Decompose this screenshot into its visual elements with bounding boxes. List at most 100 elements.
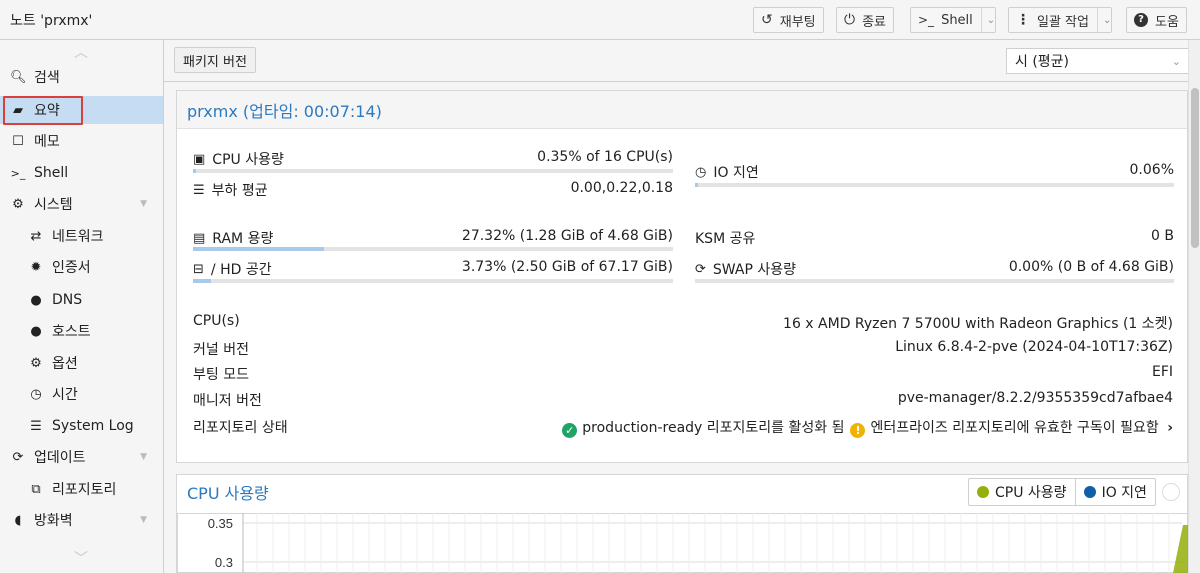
sidebar-item-label: 옵션 (52, 356, 78, 372)
swap-usage-bar (695, 279, 1174, 283)
info-value: Linux 6.8.4-2-pve (2024-04-10T17:36Z) (895, 339, 1173, 355)
files-icon: ⧉ (31, 481, 41, 497)
sidebar-item-certificates[interactable]: ✹ 인증서 (0, 253, 163, 281)
cpu-usage-bar (193, 169, 673, 173)
sidebar-item-system-log[interactable]: ☰ System Log (0, 412, 163, 440)
exchange-icon: ⇄ (30, 228, 42, 244)
sidebar-item-updates[interactable]: ⟳ 업데이트 ▼ (0, 443, 163, 471)
bulk-actions-button[interactable]: ⋮ 일괄 작업 ⌄ (1008, 7, 1113, 33)
sidebar-item-label: 검색 (34, 70, 60, 86)
clock-icon: ◷ (695, 164, 707, 180)
content-toolbar: 패키지 버전 시 (평균) ⌄ (164, 40, 1200, 82)
sidebar-item-network[interactable]: ⇄ 네트워크 (0, 222, 163, 250)
io-delay-label: IO 지연 (713, 165, 759, 181)
repository-ok-text: production-ready 리포지토리를 활성화 됨 (582, 420, 845, 436)
chart-options-icon[interactable] (1162, 483, 1180, 501)
sidebar-item-label: 메모 (34, 134, 60, 150)
sidebar-item-label: 네트워크 (52, 229, 104, 245)
sidebar-item-label: Shell (34, 165, 69, 181)
hd-space-value: 3.73% (2.50 GiB of 67.17 GiB) (461, 259, 673, 275)
cpu-usage-label: CPU 사용량 (212, 152, 284, 168)
ram-usage-label: RAM 용량 (212, 231, 274, 247)
sidebar-item-search[interactable]: 🔍︎ 검색 (0, 63, 163, 91)
help-label: 도움 (1155, 14, 1179, 30)
sidebar-item-label: 업데이트 (34, 450, 86, 466)
ram-usage-value: 27.32% (1.28 GiB of 4.68 GiB) (461, 228, 673, 244)
summary-title: prxmx (업타임: 00:07:14) (177, 91, 1187, 129)
main-content: 패키지 버전 시 (평균) ⌄ prxmx (업타임: 00:07:14) ▣ C… (164, 40, 1200, 573)
globe-icon: ● (30, 323, 42, 339)
repository-status-label: 리포지토리 상태 (193, 420, 288, 436)
time-range-select[interactable]: 시 (평균) ⌄ (1006, 48, 1190, 74)
sidebar-item-dns[interactable]: ● DNS (0, 286, 163, 314)
refresh-icon: ⟳ (695, 261, 706, 277)
scroll-down-icon[interactable]: ﹀ (74, 548, 88, 568)
list-icon: ☰ (30, 418, 42, 434)
sidebar-item-notes[interactable]: ☐ 메모 (0, 127, 163, 155)
chevron-down-icon[interactable]: ⌄ (1096, 8, 1111, 32)
io-delay-value: 0.06% (1129, 162, 1174, 178)
legend-label: IO 지연 (1101, 485, 1147, 501)
info-label: 매니저 버전 (193, 393, 262, 409)
help-icon: ? (1134, 13, 1148, 27)
y-tick-label: 0.35 (208, 516, 233, 531)
info-label: 부팅 모드 (193, 367, 249, 383)
power-icon: ⏻ (844, 12, 856, 28)
sidebar-item-repositories[interactable]: ⧉ 리포지토리 (0, 475, 163, 503)
ksm-sharing-value: 0 B (1151, 228, 1174, 244)
ksm-sharing-label: KSM 공유 (695, 231, 756, 247)
shield-icon: ◖ (14, 512, 22, 528)
legend-item-io[interactable]: IO 지연 (1074, 478, 1155, 506)
check-circle-icon: ✓ (562, 423, 578, 438)
chevron-down-icon[interactable]: ⌄ (980, 8, 995, 32)
sidebar-item-label: 시스템 (34, 197, 73, 213)
legend-dot (1083, 486, 1096, 498)
hd-space-bar (193, 279, 673, 283)
collapse-arrow-icon[interactable]: ▼ (140, 515, 147, 525)
undo-icon: ↺ (761, 12, 773, 28)
sidebar-item-label: 인증서 (52, 260, 91, 276)
sidebar-item-shell[interactable]: >_ Shell (0, 159, 163, 187)
load-average-label: 부하 평균 (211, 183, 268, 199)
io-delay-bar (695, 183, 1174, 187)
load-average-value: 0.00,0.22,0.18 (570, 180, 673, 196)
shell-button[interactable]: >_ Shell ⌄ (910, 7, 997, 33)
cpu-usage-bar-fill (193, 169, 196, 173)
sidebar-item-label: 시간 (52, 387, 78, 403)
memory-icon: ▤ (193, 230, 206, 246)
bulk-actions-label: 일괄 작업 (1037, 14, 1089, 30)
chart-legend: CPU 사용량 IO 지연 (968, 478, 1156, 506)
info-label: 커널 버전 (193, 342, 249, 358)
legend-label: CPU 사용량 (995, 485, 1067, 501)
refresh-icon: ⟳ (12, 449, 24, 465)
sidebar-item-label: 방화벽 (34, 513, 73, 529)
info-value: EFI (1151, 364, 1173, 380)
cpu-chart-panel: CPU 사용량 CPU 사용량 IO 지연 0.35 0.3 (176, 474, 1189, 573)
vertical-scrollbar[interactable] (1188, 40, 1200, 573)
collapse-arrow-icon[interactable]: ▼ (140, 452, 147, 462)
shutdown-label: 종료 (862, 14, 886, 30)
chart-frame (177, 513, 1189, 573)
chevron-right-icon[interactable]: › (1167, 420, 1173, 436)
sidebar-item-system[interactable]: ⚙ 시스템 ▼ (0, 190, 163, 218)
scroll-up-icon[interactable]: ︿ (74, 42, 88, 62)
sidebar-item-hosts[interactable]: ● 호스트 (0, 317, 163, 345)
sidebar-item-time[interactable]: ◷ 시간 (0, 380, 163, 408)
chevron-down-icon: ⌄ (1171, 54, 1181, 68)
shutdown-button[interactable]: ⏻ 종료 (836, 7, 894, 33)
collapse-arrow-icon[interactable]: ▼ (140, 199, 147, 209)
sidebar-item-firewall[interactable]: ◖ 방화벽 ▼ (0, 506, 163, 534)
help-button[interactable]: ? 도움 (1126, 7, 1187, 33)
package-versions-button[interactable]: 패키지 버전 (174, 47, 256, 73)
clock-icon: ◷ (30, 386, 42, 402)
info-value: 16 x AMD Ryzen 7 5700U with Radeon Graph… (783, 316, 1173, 332)
scrollbar-thumb[interactable] (1191, 88, 1199, 248)
legend-item-cpu[interactable]: CPU 사용량 (969, 478, 1075, 506)
gears-icon: ⚙ (12, 196, 24, 212)
sidebar-item-label: 리포지토리 (52, 482, 117, 498)
sidebar-item-options[interactable]: ⚙ 옵션 (0, 349, 163, 377)
gear-icon: ⚙ (30, 355, 42, 371)
sidebar-item-label: 호스트 (52, 324, 91, 340)
reboot-button[interactable]: ↺ 재부팅 (753, 7, 824, 33)
swap-usage-value: 0.00% (0 B of 4.68 GiB) (1008, 259, 1174, 275)
